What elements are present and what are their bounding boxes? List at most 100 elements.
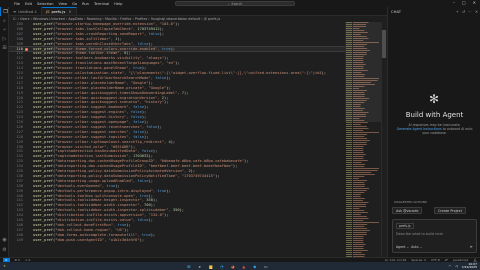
extensions-icon[interactable]: ⊞ <box>0 43 9 52</box>
menu-bar: File Edit Selection View Go Run Terminal Help <box>14 2 127 6</box>
menu-terminal[interactable]: Terminal <box>94 2 109 6</box>
menu-view[interactable]: View <box>59 2 68 6</box>
wifi-icon[interactable]: ◠ <box>449 264 452 268</box>
volume-icon[interactable]: ◁ <box>455 264 457 268</box>
taskbar-search-icon[interactable]: ⌕ <box>197 263 203 269</box>
punctuation: ); <box>170 46 176 51</box>
minimap-token <box>353 130 364 131</box>
minimap-token <box>353 178 360 179</box>
punctuation: ", <box>166 208 173 213</box>
minimap-token <box>353 164 365 165</box>
context-file-chip[interactable]: prefs.js <box>396 223 414 229</box>
punctuation: ", <box>135 149 142 154</box>
menu-edit[interactable]: Edit <box>25 2 32 6</box>
close-tab-icon[interactable]: ✕ <box>68 9 71 14</box>
firefox-icon[interactable]: ◕ <box>230 263 236 269</box>
maximize-icon[interactable]: □ <box>462 0 466 5</box>
minimap-token <box>346 240 352 241</box>
pref-value: 1703749412 <box>137 26 160 31</box>
pref-value: false <box>137 178 149 183</box>
source-control-icon[interactable]: ⑂ <box>0 25 9 34</box>
history-icon[interactable]: ↺ <box>462 9 465 14</box>
minimap-token <box>346 196 352 197</box>
punctuation: ); <box>152 198 158 203</box>
pref-value: false <box>155 75 167 80</box>
pref-value: true <box>157 188 167 193</box>
window-controls: – □ ✕ <box>453 0 476 5</box>
scrollbar-thumb[interactable] <box>382 30 386 58</box>
terminal-icon[interactable]: ▭ <box>263 263 269 269</box>
javascript-file-icon: JS <box>46 9 50 14</box>
minimap-token <box>346 204 352 205</box>
minimap-token <box>353 232 367 233</box>
pref-key: distribution.iniFile.exists.value <box>57 218 131 222</box>
punctuation: ); <box>139 237 145 242</box>
code-line[interactable]: 149 user_pref("dom.push.userAgentID", "a1… <box>9 238 381 243</box>
menu-help[interactable]: Help <box>114 2 122 6</box>
ask-vscode-button[interactable]: Ask @vscode <box>392 207 423 214</box>
search-icon[interactable]: ⌕ <box>0 16 9 25</box>
menu-run[interactable]: Run <box>82 2 89 6</box>
punctuation: ); <box>166 75 171 80</box>
menu-go[interactable]: Go <box>72 2 77 6</box>
create-project-button[interactable]: Create Project <box>434 207 466 214</box>
chat-input[interactable]: prefs.js Describe what to build next Age… <box>392 219 477 253</box>
app-icon[interactable]: ▲ <box>241 263 247 269</box>
pref-key: devtools.everOpened <box>57 183 100 188</box>
edge-icon[interactable]: ◔ <box>219 263 225 269</box>
pref-value: "Google" <box>130 80 149 85</box>
close-icon[interactable]: ✕ <box>473 0 476 5</box>
minimap-token <box>353 220 364 221</box>
pref-value: true <box>132 66 142 71</box>
chat-header: CHAT + ↺ ⋯ ✕ <box>388 7 480 16</box>
function-name: user_pref <box>33 154 53 159</box>
pref-value: "103.0" <box>159 22 176 26</box>
menu-file[interactable]: File <box>14 2 20 6</box>
function-name: user_pref <box>33 41 53 46</box>
clock[interactable]: 10:07 7/22/2025 <box>462 262 477 270</box>
punctuation: ); <box>148 80 153 85</box>
minimap-preview <box>345 22 381 261</box>
minimize-icon[interactable]: – <box>453 0 455 5</box>
pref-value: "US" <box>115 227 125 232</box>
more-icon[interactable]: ⋯ <box>468 9 472 14</box>
minimap-token <box>353 156 364 157</box>
code-editor[interactable]: 105 user_pref("browser.startup.homepage_o… <box>9 22 387 262</box>
settings-gear-icon[interactable]: ⚙ <box>0 245 9 254</box>
punctuation: ", <box>126 129 133 134</box>
minimap-token <box>346 254 352 255</box>
close-icon[interactable]: ✕ <box>475 9 478 14</box>
account-icon[interactable]: ◉ <box>0 235 9 244</box>
chat-panel: CHAT + ↺ ⋯ ✕ ✻ Build with Agent AI respo… <box>387 7 480 262</box>
minimap-token <box>346 232 352 233</box>
punctuation: ); <box>150 203 156 208</box>
minimap-token <box>346 130 352 131</box>
model-label[interactable]: Auto ⌄ <box>411 245 422 249</box>
pref-value: "always" <box>146 56 165 61</box>
start-icon[interactable]: ⊞ <box>186 263 192 269</box>
weather-icon[interactable]: ☀ <box>3 264 6 268</box>
punctuation: ); <box>144 134 149 139</box>
tab-label: prefs.js <box>51 9 66 14</box>
minimap[interactable] <box>345 22 381 262</box>
minimap-token <box>353 170 378 171</box>
minimap-token <box>346 122 352 123</box>
agent-mode-picker[interactable]: Agent ⌄ Auto ⌄ <box>396 245 422 249</box>
punctuation: ); <box>166 188 171 193</box>
menu-selection[interactable]: Selection <box>37 2 54 6</box>
send-icon[interactable]: ➤ <box>470 244 473 249</box>
punctuation: ); <box>152 149 158 154</box>
tab-prefs-js[interactable]: JS prefs.js ✕ <box>42 7 77 15</box>
vscode-icon[interactable]: ◆ <box>252 263 258 269</box>
minimap-token <box>353 246 364 247</box>
run-debug-icon[interactable]: ▷ <box>0 34 9 43</box>
file-explorer-icon[interactable]: ▆ <box>208 263 214 269</box>
minimap-token <box>346 252 352 253</box>
tab-untitled-1[interactable]: ≡ Untitled-1 <box>9 7 42 15</box>
add-icon[interactable]: + <box>456 9 459 14</box>
breakpoint-dot[interactable] <box>25 47 28 51</box>
punctuation: ); <box>150 232 156 237</box>
pref-key: browser.startup.homepage_override.extens… <box>57 22 153 26</box>
minimap-viewport[interactable] <box>345 22 381 122</box>
command-center-search[interactable]: ⌕ Search <box>175 1 295 6</box>
